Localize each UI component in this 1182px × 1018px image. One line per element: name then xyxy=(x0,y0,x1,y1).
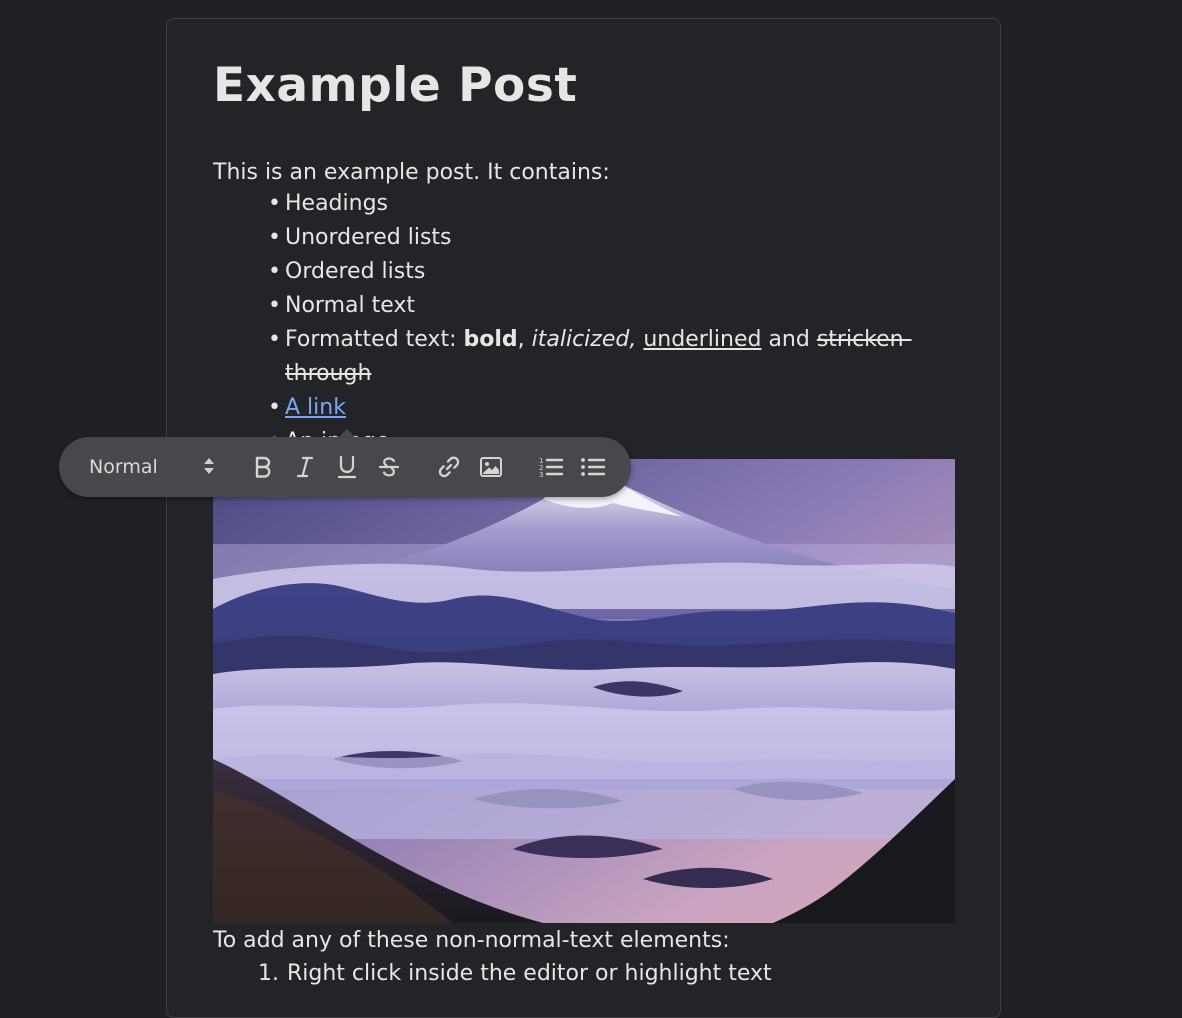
underline-button[interactable] xyxy=(332,452,362,482)
post-title[interactable]: Example Post xyxy=(213,58,577,113)
ordered-list-icon: 123 xyxy=(538,455,564,479)
link-button[interactable] xyxy=(434,452,464,482)
block-type-label: Normal xyxy=(89,456,158,478)
italic-button[interactable] xyxy=(290,452,320,482)
and-text: and xyxy=(761,327,817,352)
formatted-prefix: Formatted text: xyxy=(285,327,464,352)
block-type-select[interactable]: Normal xyxy=(83,450,223,484)
underline-icon xyxy=(337,455,357,479)
feature-list: Headings Unordered lists Ordered lists N… xyxy=(268,187,948,447)
svg-text:3: 3 xyxy=(539,471,543,479)
formatting-toolbar: Normal 123 xyxy=(59,429,631,497)
strikethrough-button[interactable] xyxy=(374,452,404,482)
bold-button[interactable] xyxy=(248,452,278,482)
bold-text: bold xyxy=(463,327,518,352)
list-item-formatted[interactable]: Formatted text: bold, italicized, underl… xyxy=(268,323,948,391)
italic-icon xyxy=(295,456,315,478)
list-item[interactable]: Unordered lists xyxy=(268,221,948,255)
comma-text: , xyxy=(517,327,532,352)
unordered-list-icon xyxy=(580,455,606,479)
unordered-list-button[interactable] xyxy=(578,452,608,482)
ordered-list-button[interactable]: 123 xyxy=(536,452,566,482)
select-arrows-icon xyxy=(203,457,215,479)
step-text: Right click inside the editor or highlig… xyxy=(287,961,772,986)
list-item[interactable]: Normal text xyxy=(268,289,948,323)
image-button[interactable] xyxy=(476,452,506,482)
strikethrough-icon xyxy=(378,456,400,478)
intro-paragraph[interactable]: This is an example post. It contains: xyxy=(213,156,610,190)
link-icon xyxy=(437,455,461,479)
outro-paragraph[interactable]: To add any of these non-normal-text elem… xyxy=(213,926,730,956)
underline-text: underlined xyxy=(643,327,762,352)
image-icon xyxy=(479,456,503,478)
list-item[interactable]: Headings xyxy=(268,187,948,221)
step-number: 1. xyxy=(258,961,279,986)
list-item-link: A link xyxy=(268,391,948,425)
italic-text: italicized, xyxy=(531,327,637,352)
mountain-photo[interactable] xyxy=(213,459,955,923)
steps-list: 1. Right click inside the editor or highl… xyxy=(258,958,772,990)
bold-icon xyxy=(253,456,273,478)
example-link[interactable]: A link xyxy=(285,395,346,420)
list-item[interactable]: Ordered lists xyxy=(268,255,948,289)
list-item[interactable]: 1. Right click inside the editor or highl… xyxy=(258,958,772,990)
